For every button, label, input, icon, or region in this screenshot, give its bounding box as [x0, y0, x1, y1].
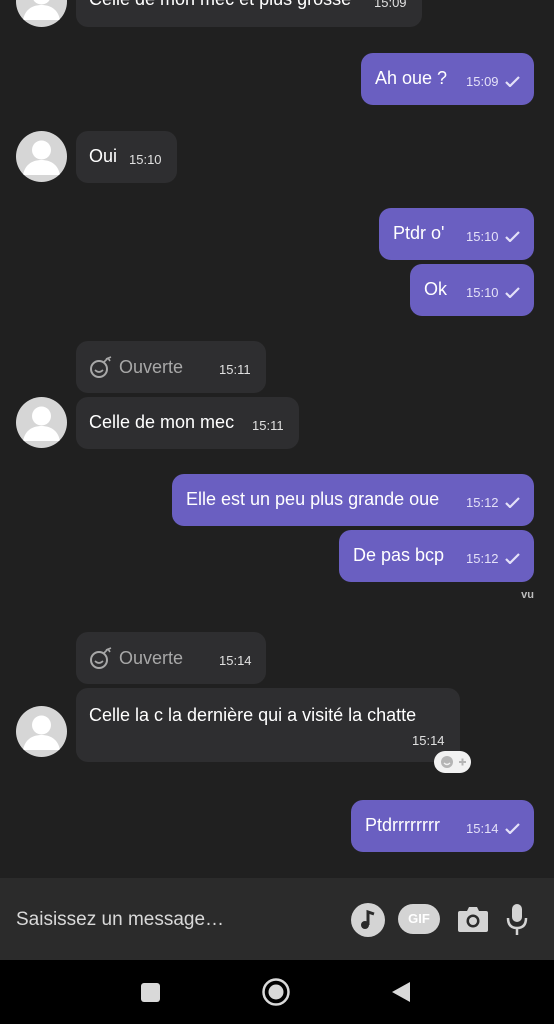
message-text: Oui — [89, 146, 118, 166]
message-time: 15:14 — [466, 821, 499, 836]
message-time: 15:12 — [466, 495, 499, 510]
message-time: 15:09 — [374, 0, 407, 10]
emoji-add-icon — [441, 756, 466, 768]
message-time: 15:14 — [412, 733, 445, 748]
message-text: Ptdrrrrrrrr — [365, 815, 440, 835]
sent-check-icon — [505, 823, 520, 834]
message-time: 15:12 — [466, 551, 499, 566]
add-reaction-button[interactable] — [434, 751, 471, 773]
gif-icon[interactable]: GIF — [398, 904, 440, 934]
sent-check-icon — [505, 231, 520, 242]
message-bubble-incoming[interactable]: Celle la c la dernière qui a visité la c… — [76, 688, 460, 762]
system-navigation-bar — [0, 960, 554, 1024]
message-bubble-incoming[interactable]: Oui 15:10 — [76, 131, 177, 183]
recents-square-icon[interactable] — [141, 983, 160, 1002]
contact-avatar[interactable] — [16, 706, 67, 757]
message-text: De pas bcp — [353, 545, 445, 565]
snap-status-text: Ouverte — [119, 357, 184, 377]
message-bubble-incoming[interactable]: Celle de mon mec 15:11 — [76, 397, 299, 449]
message-bubble-outgoing[interactable]: Ok 15:10 — [410, 264, 534, 316]
message-time: 15:10 — [466, 229, 499, 244]
chat-thread[interactable]: Celle de mon mec et plus grosse 15:09 Ah… — [0, 0, 554, 878]
microphone-icon[interactable] — [506, 902, 528, 936]
message-time: 15:11 — [219, 362, 251, 377]
message-input-placeholder: Saisissez un message… — [16, 909, 225, 930]
camera-icon[interactable] — [456, 904, 490, 934]
sent-check-icon — [505, 76, 520, 87]
opened-snap-icon — [90, 356, 112, 378]
home-circle-icon[interactable] — [261, 977, 291, 1007]
message-bubble-outgoing[interactable]: Ah oue ? 15:09 — [361, 53, 534, 105]
back-triangle-icon[interactable] — [390, 981, 412, 1003]
sent-check-icon — [505, 553, 520, 564]
opened-snap-bubble[interactable]: Ouverte 15:11 — [76, 341, 266, 393]
message-text: Elle est un peu plus grande oue — [186, 489, 440, 509]
message-time: 15:09 — [466, 74, 499, 89]
message-time: 15:14 — [219, 653, 252, 668]
message-composer: Saisissez un message… GIF — [0, 878, 554, 960]
message-text: Ok — [424, 279, 448, 299]
gif-label: GIF — [408, 911, 430, 926]
message-text: Ah oue ? — [375, 68, 448, 88]
message-text: Celle de mon mec et plus grosse — [89, 0, 351, 10]
snap-status-text: Ouverte — [119, 648, 184, 668]
contact-avatar[interactable] — [16, 397, 67, 448]
message-time: 15:11 — [252, 418, 284, 433]
sent-check-icon — [505, 497, 520, 508]
message-text: Celle la c la dernière qui a visité la c… — [89, 705, 417, 725]
message-bubble-outgoing[interactable]: Ptdr o' 15:10 — [379, 208, 534, 260]
message-bubble-incoming[interactable]: Celle de mon mec et plus grosse 15:09 — [76, 0, 422, 27]
opened-snap-icon — [90, 647, 112, 669]
message-time: 15:10 — [129, 152, 162, 167]
opened-snap-bubble[interactable]: Ouverte 15:14 — [76, 632, 266, 684]
contact-avatar[interactable] — [16, 131, 67, 182]
sent-check-icon — [505, 287, 520, 298]
message-time: 15:10 — [466, 285, 499, 300]
message-text: Celle de mon mec — [89, 412, 235, 432]
message-bubble-outgoing[interactable]: De pas bcp 15:12 — [339, 530, 534, 582]
seen-indicator: vu — [521, 589, 534, 601]
message-bubble-outgoing[interactable]: Elle est un peu plus grande oue 15:12 — [172, 474, 534, 526]
message-text: Ptdr o' — [393, 223, 445, 243]
contact-avatar[interactable] — [16, 0, 67, 27]
music-note-icon[interactable] — [350, 902, 386, 938]
message-bubble-outgoing[interactable]: Ptdrrrrrrrr 15:14 — [351, 800, 534, 852]
